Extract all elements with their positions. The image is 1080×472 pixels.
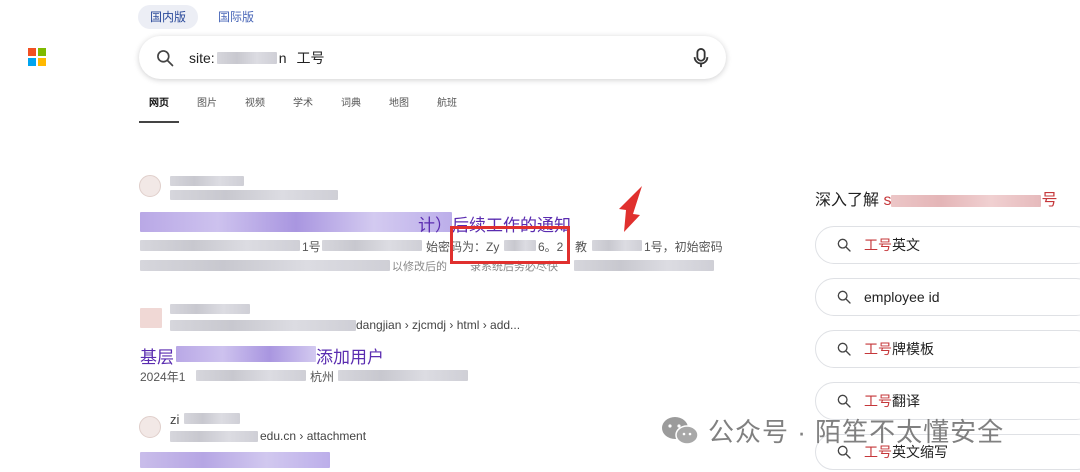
tab-videos[interactable]: 视频 (235, 97, 275, 123)
redacted-site-url (170, 431, 258, 442)
redacted-text (891, 194, 1042, 207)
suggestion-highlight: 工号 (864, 237, 892, 253)
search-icon (837, 342, 851, 356)
site-favicon-icon (139, 416, 161, 438)
breadcrumb: edu.cn › attachment (260, 429, 367, 443)
result-title-link[interactable]: 基层 (140, 343, 174, 368)
related-search-item[interactable]: 工号 牌模板 (815, 330, 1080, 368)
search-icon[interactable] (155, 48, 175, 68)
redacted-site-name (170, 304, 250, 314)
snippet-text: 1号 (302, 240, 321, 254)
region-domestic-button[interactable]: 国内版 (138, 5, 199, 29)
snippet-text: 教 (575, 240, 588, 254)
wechat-watermark: 公众号 · 陌笙不太懂安全 (660, 412, 1004, 449)
suggestion-text: 翻译 (892, 393, 920, 409)
tab-images[interactable]: 图片 (187, 97, 227, 123)
snippet-date: 2024年1 (140, 370, 186, 384)
redacted-text (140, 260, 390, 271)
microsoft-logo-icon[interactable] (28, 48, 46, 66)
search-query-mid: n (278, 49, 287, 66)
search-query: site: n 工号 (189, 48, 692, 68)
region-toggle: 国内版 国际版 (138, 5, 266, 29)
search-input[interactable]: site: n 工号 (139, 36, 726, 79)
redacted-site-name (184, 413, 240, 424)
suggestion-text: 牌模板 (892, 341, 934, 357)
tab-academic[interactable]: 学术 (283, 97, 323, 123)
redacted-text (216, 51, 277, 64)
microphone-icon[interactable] (692, 47, 710, 68)
redacted-text (140, 240, 300, 251)
suggestion-text: employee id (864, 289, 940, 305)
search-icon (837, 290, 851, 304)
search-tabs: 网页 图片 视频 学术 词典 地图 航班 (139, 97, 475, 123)
redacted-text (196, 370, 306, 381)
search-query-prefix: site: (189, 49, 215, 66)
watermark-text: 公众号 · 陌笙不太懂安全 (708, 417, 1005, 447)
redacted-title (140, 212, 452, 232)
snippet-text: 杭州 (310, 370, 335, 384)
search-icon (837, 394, 851, 408)
redacted-site-url (170, 320, 356, 331)
annotation-arrow-icon (619, 186, 642, 232)
redacted-title (140, 452, 330, 468)
suggestion-text: 英文 (892, 237, 920, 253)
related-searches-title: 深入了解 s 号 (815, 186, 1057, 210)
redacted-site-url (170, 190, 338, 200)
tab-maps[interactable]: 地图 (379, 97, 419, 123)
snippet-text: 1号，初始密码 (644, 240, 723, 254)
redacted-site-name (170, 176, 244, 186)
result-title-link[interactable]: 添加用户 (316, 343, 384, 368)
suggestion-highlight: 工号 (864, 393, 892, 409)
redacted-text (592, 240, 642, 251)
search-query-suffix: 工号 (296, 49, 325, 66)
search-icon (837, 238, 851, 252)
suggestion-highlight: 工号 (864, 341, 892, 357)
tab-dictionary[interactable]: 词典 (331, 97, 371, 123)
tab-flights[interactable]: 航班 (427, 97, 467, 123)
tab-web[interactable]: 网页 (139, 97, 179, 123)
redacted-text (338, 370, 468, 381)
redacted-favicon (140, 308, 162, 328)
wechat-icon (662, 416, 699, 445)
redacted-text (574, 260, 714, 271)
breadcrumb: dangjian › zjcmdj › html › add... (356, 318, 521, 332)
related-title-prefix: 深入了解 (815, 192, 884, 209)
snippet-text: 以修改后的 (392, 261, 447, 273)
annotation-highlight-box (450, 226, 570, 264)
region-international-button[interactable]: 国际版 (206, 5, 266, 29)
site-name: zi (170, 412, 180, 427)
site-favicon-icon (139, 175, 161, 197)
related-title-accent: s (883, 192, 892, 209)
redacted-title (176, 346, 316, 362)
redacted-text (322, 240, 422, 251)
related-title-accent: 号 (1041, 192, 1058, 209)
related-search-item[interactable]: employee id (815, 278, 1080, 316)
related-search-item[interactable]: 工号 英文 (815, 226, 1080, 264)
